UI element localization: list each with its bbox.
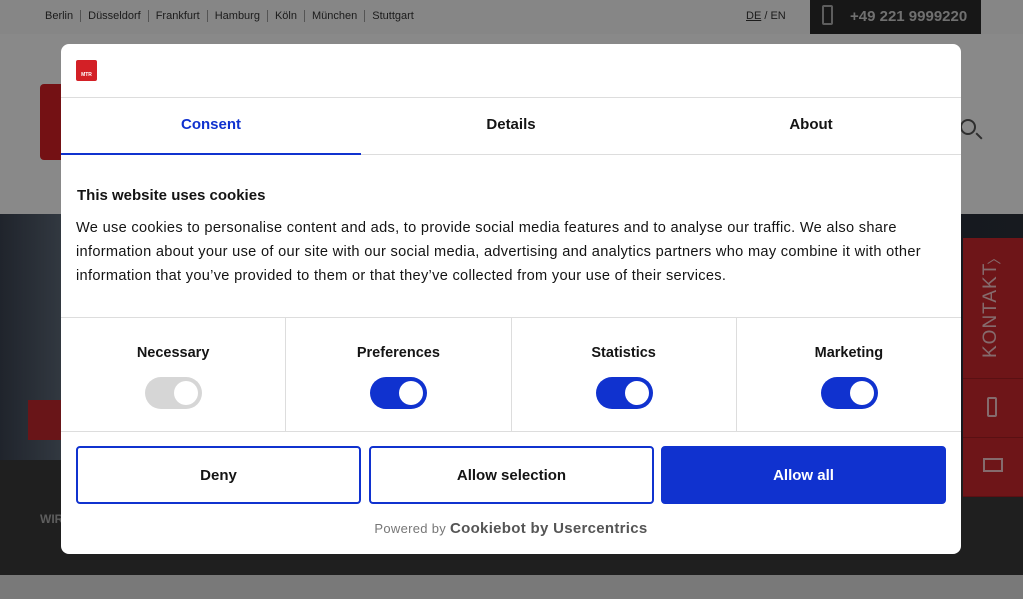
necessary-toggle [145,377,203,409]
category-statistics: Statistics [510,318,736,431]
cookie-consent-dialog: MTR Consent Details About This website u… [61,44,961,554]
dialog-tabs: Consent Details About [61,97,961,155]
cookiebot-brand-link[interactable]: Cookiebot by Usercentrics [450,520,648,537]
category-label: Statistics [591,345,656,361]
category-label: Necessary [136,345,210,361]
statistics-toggle[interactable] [595,377,653,409]
dialog-description: We use cookies to personalise content an… [76,220,921,284]
cookie-categories: Necessary Preferences Statistics Marketi… [61,317,961,432]
toggle-knob [399,381,424,405]
category-label: Marketing [814,345,884,361]
category-preferences: Preferences [285,318,510,431]
toggle-knob [849,381,874,405]
category-necessary: Necessary [61,318,285,431]
allow-selection-button[interactable]: Allow selection [369,446,654,504]
allow-all-button[interactable]: Allow all [661,446,946,504]
dialog-logo: MTR [76,60,97,81]
marketing-toggle[interactable] [820,377,878,409]
tab-about[interactable]: About [661,98,961,154]
tab-consent[interactable]: Consent [61,98,361,155]
tab-details[interactable]: Details [361,98,661,154]
toggle-knob [624,381,649,405]
deny-button[interactable]: Deny [76,446,361,504]
powered-by: Powered by Cookiebot by Usercentrics [61,520,961,537]
category-marketing: Marketing [735,318,961,431]
powered-by-label: Powered by [374,521,447,536]
category-label: Preferences [356,345,440,361]
preferences-toggle[interactable] [370,377,428,409]
toggle-knob [174,381,199,405]
dialog-title: This website uses cookies [77,187,266,204]
